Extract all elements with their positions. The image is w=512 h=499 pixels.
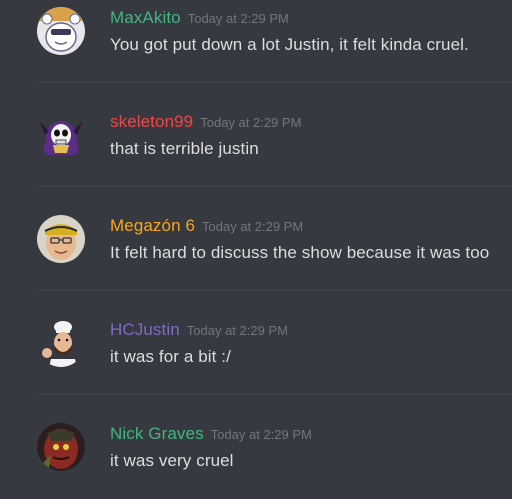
username[interactable]: Nick Graves (110, 424, 204, 443)
message-text: it was for a bit :/ (110, 347, 231, 366)
message: Megazón 6 Today at 2:29 PM It felt hard t… (0, 208, 512, 311)
message: Nick Graves Today at 2:29 PM it was very … (0, 416, 512, 499)
username[interactable]: skeleton99 (110, 112, 193, 131)
message-text: It felt hard to discuss the show because… (110, 243, 490, 262)
message-divider (36, 290, 512, 291)
message: skeleton99 Today at 2:29 PM that is terri… (0, 104, 512, 207)
timestamp: Today at 2:29 PM (200, 115, 302, 130)
timestamp: Today at 2:29 PM (202, 219, 304, 234)
user-avatar[interactable] (37, 319, 85, 367)
chef-avatar-icon (37, 319, 85, 367)
man-bandana-avatar-icon (37, 215, 85, 263)
timestamp: Today at 2:29 PM (187, 11, 289, 26)
message: MaxAkito Today at 2:29 PM You got put dow… (0, 0, 512, 103)
user-avatar[interactable] (37, 423, 85, 471)
message-text: it was very cruel (110, 451, 234, 470)
message-text: You got put down a lot Justin, it felt k… (110, 35, 469, 54)
white-creature-avatar-icon (37, 7, 85, 55)
user-avatar[interactable] (37, 111, 85, 159)
message-divider (36, 186, 512, 187)
timestamp: Today at 2:29 PM (186, 323, 288, 338)
skeleton-purple-hood-avatar-icon (37, 111, 85, 159)
username[interactable]: MaxAkito (110, 8, 181, 27)
username[interactable]: HCJustin (110, 320, 180, 339)
user-avatar[interactable] (37, 215, 85, 263)
message: HCJustin Today at 2:29 PM it was for a bi… (0, 312, 512, 415)
chat-messages: MaxAkito Today at 2:29 PM You got put dow… (0, 0, 512, 499)
message-text: that is terrible justin (110, 139, 259, 158)
message-divider (36, 82, 512, 83)
timestamp: Today at 2:29 PM (210, 427, 312, 442)
red-creature-avatar-icon (37, 423, 85, 471)
username[interactable]: Megazón 6 (110, 216, 195, 235)
message-divider (36, 394, 512, 395)
user-avatar[interactable] (37, 7, 85, 55)
